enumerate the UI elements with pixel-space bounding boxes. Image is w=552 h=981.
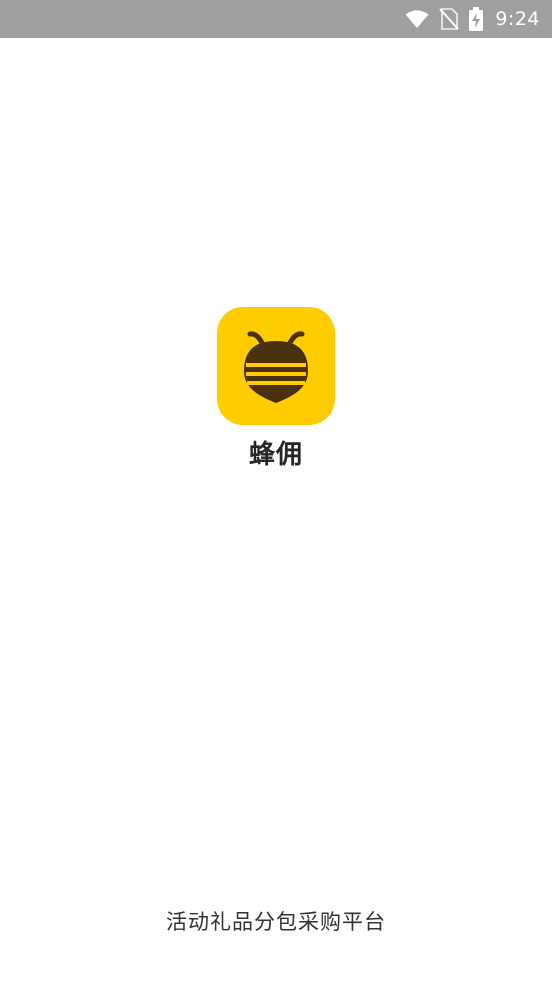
- no-sim-icon: [439, 8, 460, 30]
- bee-icon: [244, 331, 308, 403]
- slogan-text: 活动礼品分包采购平台: [166, 910, 386, 934]
- wifi-icon: [405, 9, 429, 29]
- app-logo: [217, 307, 335, 425]
- app-name: 蜂佣: [248, 440, 303, 470]
- splash-screen: 9:24 蜂佣 活动礼品分包采购平台: [0, 0, 552, 981]
- battery-charging-icon: [469, 7, 484, 31]
- status-time: 9:24: [495, 8, 540, 30]
- status-bar: 9:24: [0, 0, 552, 38]
